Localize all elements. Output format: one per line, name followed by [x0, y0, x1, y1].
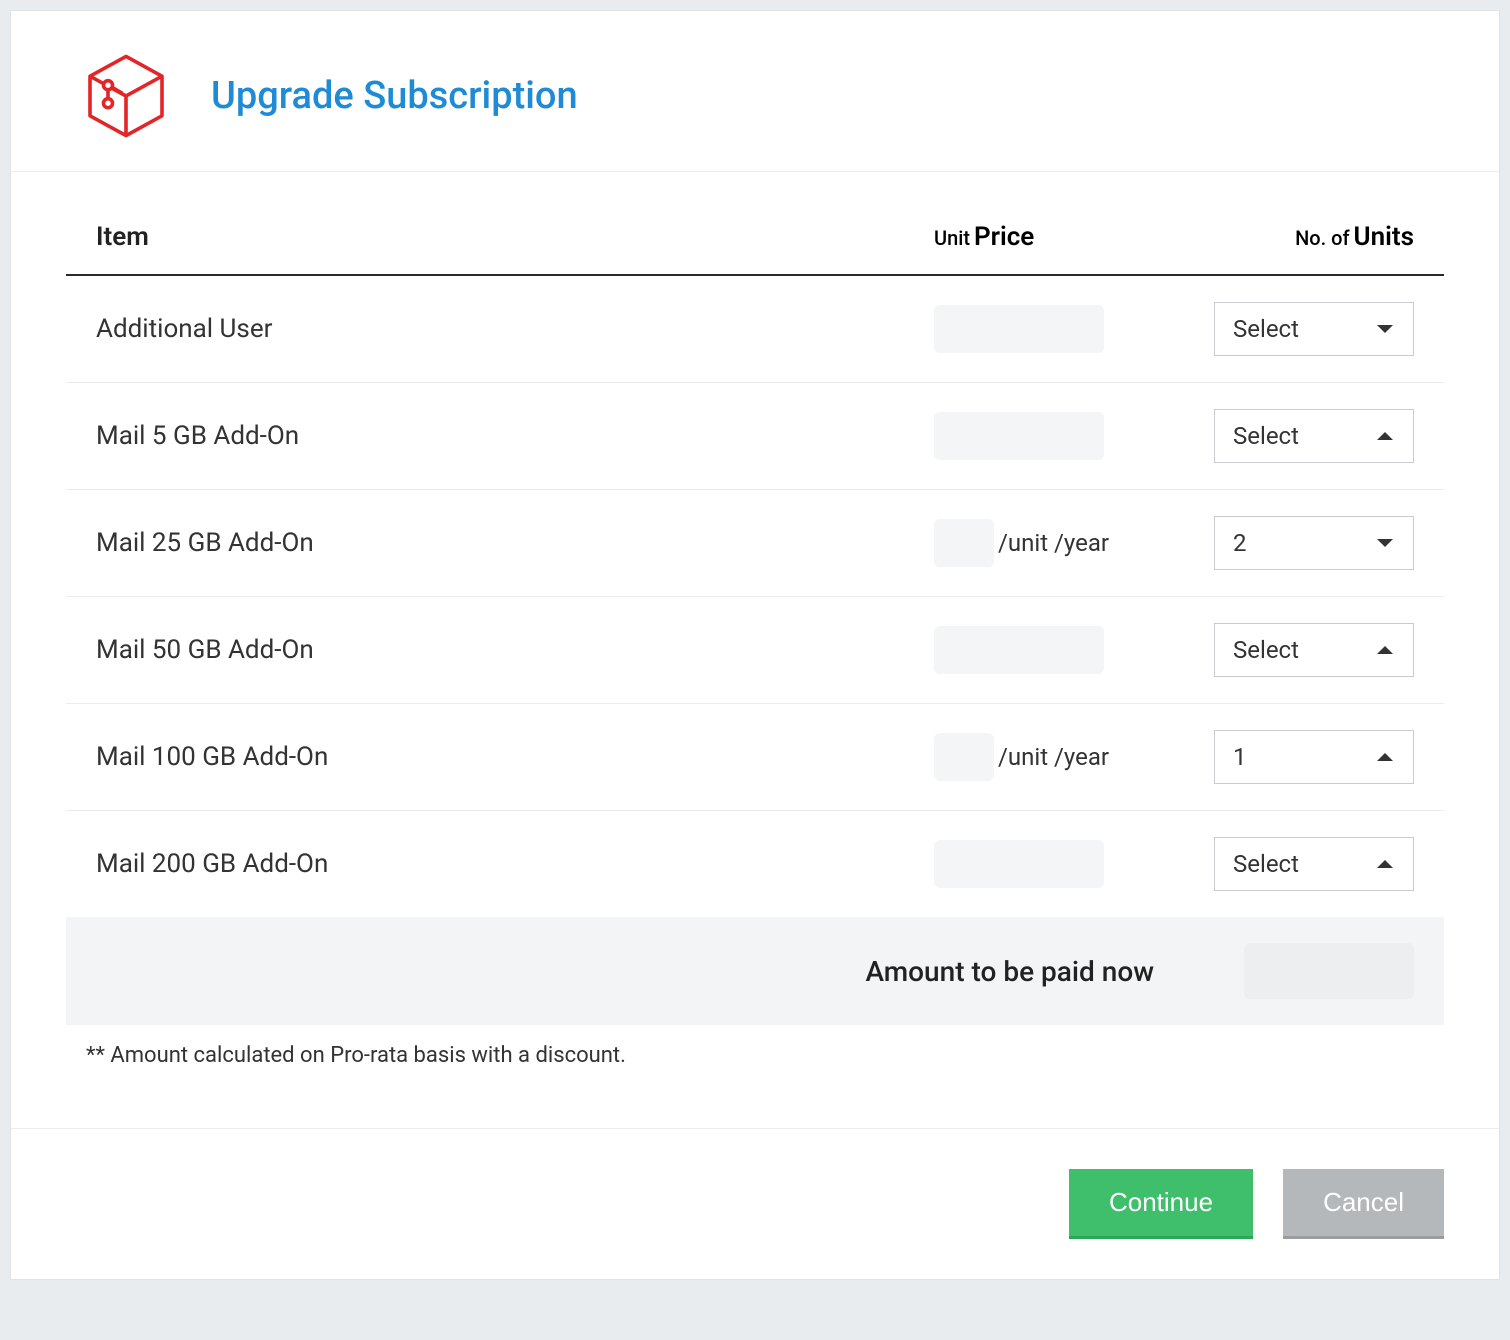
chevron-up-icon: [1377, 432, 1393, 440]
item-name: Mail 200 GB Add-On: [96, 849, 934, 879]
chevron-down-icon: [1377, 539, 1393, 547]
units-select[interactable]: 2: [1214, 516, 1414, 570]
price-redacted: [934, 626, 1104, 674]
item-name: Mail 25 GB Add-On: [96, 528, 934, 558]
chevron-up-icon: [1377, 753, 1393, 761]
unit-price: /unit /year: [934, 733, 1194, 781]
item-name: Mail 100 GB Add-On: [96, 742, 934, 772]
column-no-of-units: No. of Units: [1194, 222, 1414, 252]
total-bar: Amount to be paid now: [66, 917, 1444, 1025]
unit-price: [934, 305, 1194, 353]
table-header: Item Unit Price No. of Units: [66, 202, 1444, 276]
chevron-down-icon: [1377, 325, 1393, 333]
chevron-up-icon: [1377, 646, 1393, 654]
price-suffix: /unit /year: [998, 743, 1109, 771]
unit-price: [934, 840, 1194, 888]
units-select-value: 2: [1233, 529, 1247, 557]
units-select[interactable]: Select: [1214, 623, 1414, 677]
price-redacted: [934, 519, 994, 567]
table-row: Mail 25 GB Add-On/unit /year 2: [66, 490, 1444, 597]
units-select[interactable]: Select: [1214, 837, 1414, 891]
product-logo-icon: [81, 51, 171, 141]
footnote: ** Amount calculated on Pro-rata basis w…: [66, 1025, 1444, 1128]
units-select-value: 1: [1233, 743, 1247, 771]
column-unit-price: Unit Price: [934, 222, 1194, 252]
table-row: Additional User Select: [66, 276, 1444, 383]
units-select-value: Select: [1233, 850, 1299, 878]
price-redacted: [934, 733, 994, 781]
table-row: Mail 100 GB Add-On/unit /year 1: [66, 704, 1444, 811]
price-redacted: [934, 412, 1104, 460]
total-amount-redacted: [1244, 943, 1414, 999]
units-select[interactable]: 1: [1214, 730, 1414, 784]
units-select-value: Select: [1233, 636, 1299, 664]
unit-price: /unit /year: [934, 519, 1194, 567]
table-row: Mail 200 GB Add-On Select: [66, 811, 1444, 917]
table-row: Mail 5 GB Add-On Select: [66, 383, 1444, 490]
item-name: Mail 50 GB Add-On: [96, 635, 934, 665]
price-suffix: /unit /year: [998, 529, 1109, 557]
units-select-value: Select: [1233, 315, 1299, 343]
cancel-button[interactable]: Cancel: [1283, 1169, 1444, 1239]
unit-price: [934, 412, 1194, 460]
units-select[interactable]: Select: [1214, 409, 1414, 463]
price-redacted: [934, 840, 1104, 888]
item-name: Mail 5 GB Add-On: [96, 421, 934, 451]
units-select-value: Select: [1233, 422, 1299, 450]
table-row: Mail 50 GB Add-On Select: [66, 597, 1444, 704]
unit-price: [934, 626, 1194, 674]
modal-body: Item Unit Price No. of Units Additional …: [11, 172, 1499, 1128]
total-label: Amount to be paid now: [96, 955, 1174, 988]
column-item: Item: [96, 222, 934, 252]
modal-title: Upgrade Subscription: [211, 74, 578, 118]
units-select[interactable]: Select: [1214, 302, 1414, 356]
price-redacted: [934, 305, 1104, 353]
upgrade-subscription-modal: Upgrade Subscription Item Unit Price No.…: [10, 10, 1500, 1280]
item-name: Additional User: [96, 314, 934, 344]
modal-footer: Continue Cancel: [11, 1128, 1499, 1279]
chevron-up-icon: [1377, 860, 1393, 868]
continue-button[interactable]: Continue: [1069, 1169, 1253, 1239]
modal-header: Upgrade Subscription: [11, 11, 1499, 172]
